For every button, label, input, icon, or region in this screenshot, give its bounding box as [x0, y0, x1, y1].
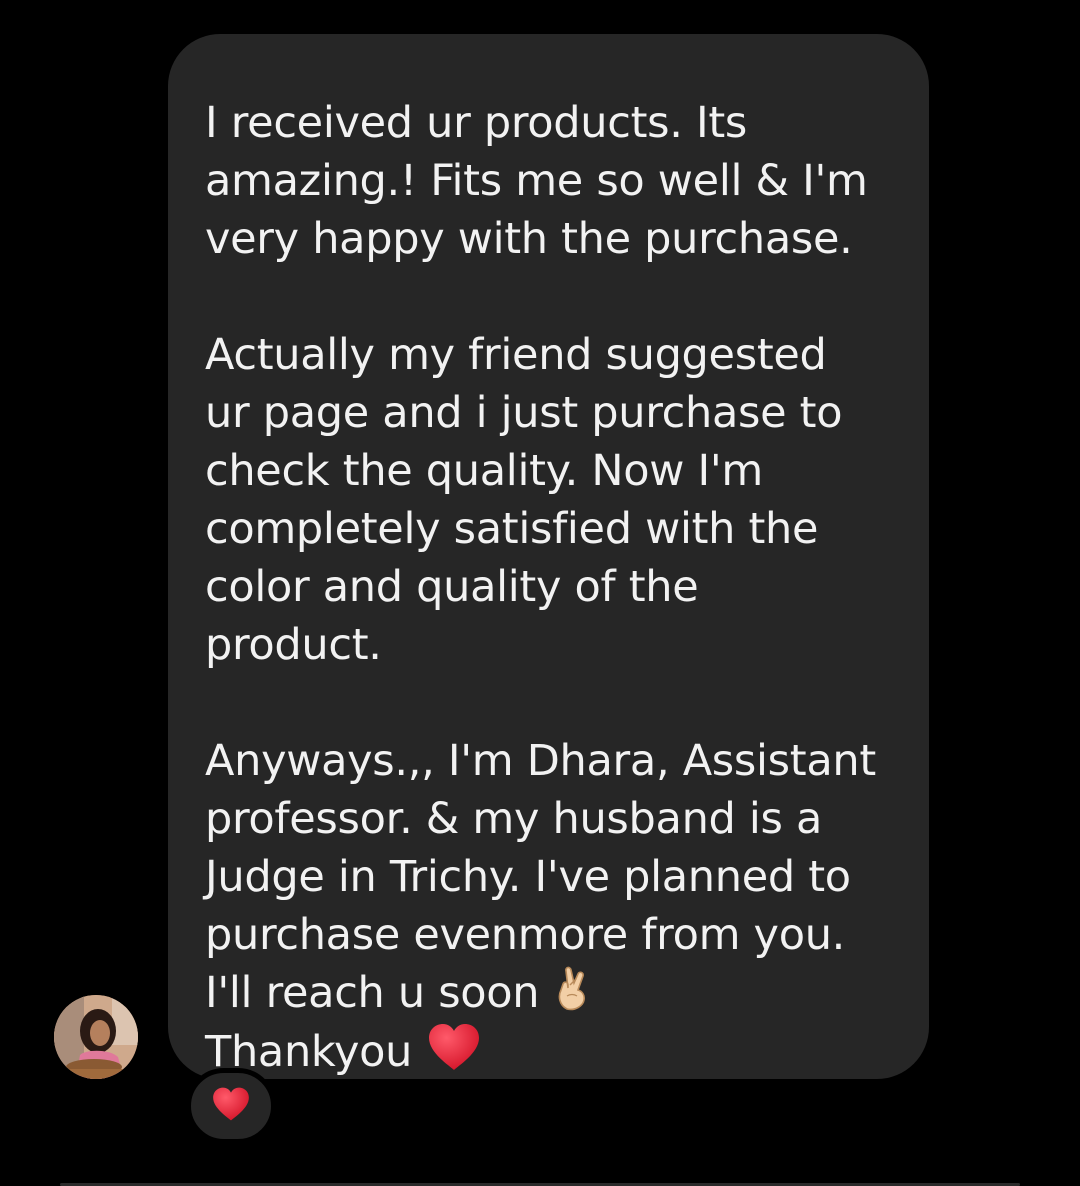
message-line-with-emoji: I'll reach u soon	[205, 964, 899, 1022]
message-line: ur page and i just purchase to	[205, 388, 843, 438]
message-line: check the quality. Now I'm	[205, 446, 764, 496]
message-line: Anyways.,, I'm Dhara, Assistant	[205, 736, 876, 786]
message-line-with-emoji: Thankyou	[205, 1022, 899, 1080]
sender-avatar[interactable]	[54, 995, 138, 1079]
received-message-bubble[interactable]: I received ur products. Its amazing.! Fi…	[168, 34, 929, 1079]
red-heart-icon	[426, 1022, 482, 1087]
avatar-photo	[54, 995, 138, 1079]
message-line: color and quality of the	[205, 562, 699, 612]
message-line: Judge in Trichy. I've planned to	[205, 852, 851, 902]
crossed-fingers-icon	[553, 965, 593, 1026]
message-line: product.	[205, 620, 382, 670]
message-line: completely satisfied with the	[205, 504, 819, 554]
red-heart-icon	[211, 1086, 251, 1126]
message-line: professor. & my husband is a	[205, 794, 823, 844]
message-line: amazing.! Fits me so well & I'm	[205, 156, 868, 206]
message-text: I'll reach u soon	[205, 968, 540, 1018]
message-line: very happy with the purchase.	[205, 214, 853, 264]
heart-reaction-badge[interactable]	[186, 1068, 276, 1144]
message-line: Actually my friend suggested	[205, 330, 827, 380]
message-line: purchase evenmore from you.	[205, 910, 846, 960]
message-line: I received ur products. Its	[205, 98, 748, 148]
